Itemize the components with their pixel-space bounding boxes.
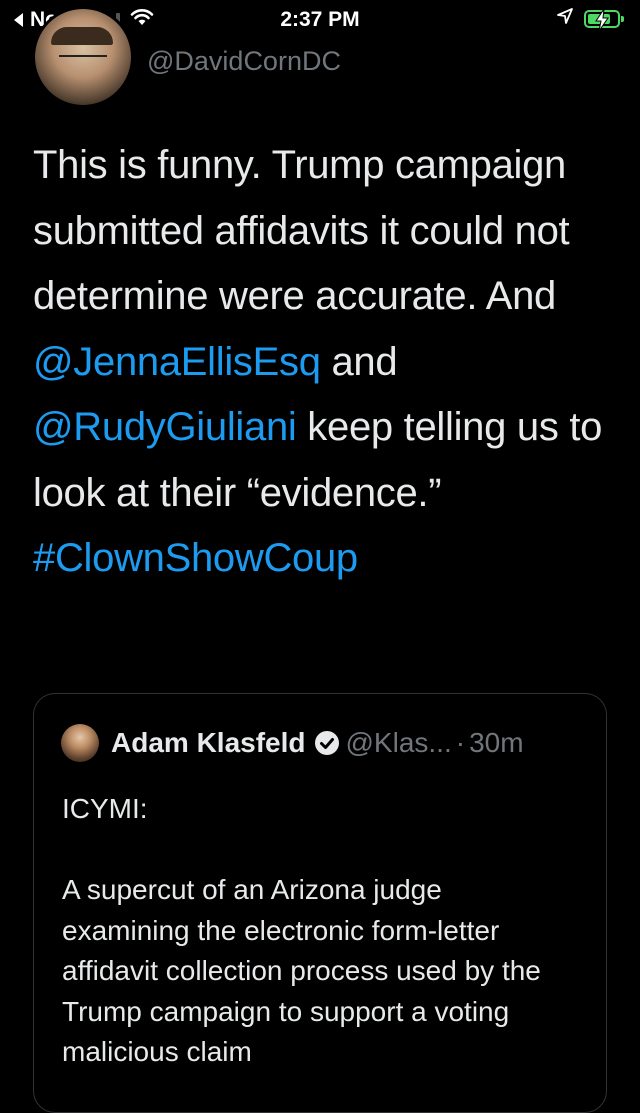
quoted-body-line: A supercut of an Arizona judge examining… [62, 874, 541, 1067]
hashtag-link[interactable]: #ClownShowCoup [33, 536, 358, 580]
quoted-author-handle: @Klas... [345, 727, 452, 758]
quoted-tweet-card[interactable]: Adam Klasfeld @Klas... · 30m ICYMI: A su… [33, 693, 607, 1113]
author-avatar[interactable] [32, 6, 134, 108]
mention-link[interactable]: @JennaEllisEsq [33, 340, 321, 384]
mention-link[interactable]: @RudyGiuliani [33, 405, 297, 449]
tweet-text: This is funny. Trump campaign submitted … [33, 133, 623, 592]
tweet-author-row: @DavidCornDC [0, 6, 640, 108]
quoted-body-line: ICYMI: [62, 793, 148, 824]
quoted-tweet-body: ICYMI: A supercut of an Arizona judge ex… [62, 789, 572, 1073]
tweet-text-part: and [320, 339, 398, 384]
quoted-separator: · [455, 727, 466, 758]
location-icon [556, 7, 574, 31]
author-handle[interactable]: @DavidCornDC [147, 46, 341, 77]
quoted-timestamp: 30m [469, 727, 524, 758]
tweet-text-part: This is funny. Trump campaign submitted … [33, 143, 570, 318]
quoted-tweet-header: Adam Klasfeld @Klas... · 30m [61, 724, 524, 762]
quoted-author-name: Adam Klasfeld [111, 727, 306, 758]
quoted-author-avatar [61, 724, 99, 762]
battery-icon [584, 8, 624, 32]
verified-icon [314, 730, 340, 756]
